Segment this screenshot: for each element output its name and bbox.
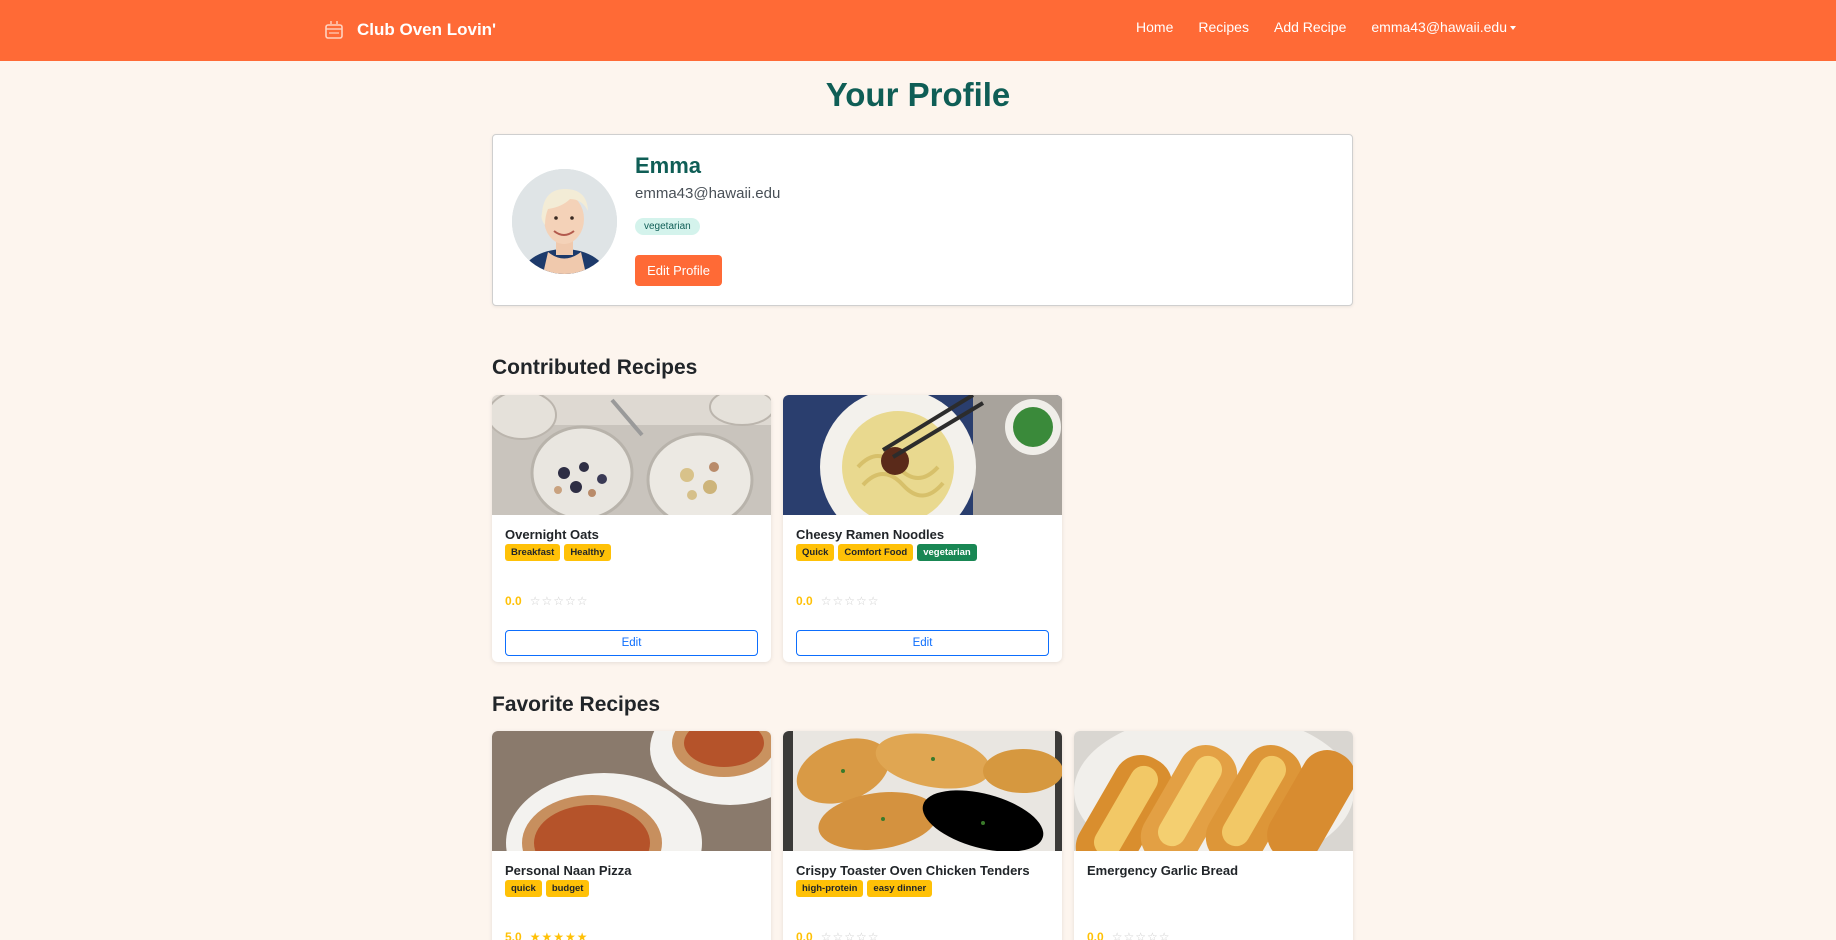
star-icon: ☆ xyxy=(1146,930,1158,940)
recipe-title[interactable]: Overnight Oats xyxy=(505,527,599,542)
rating-value: 5.0 xyxy=(505,930,522,940)
tag: high-protein xyxy=(796,880,864,897)
star-icon: ☆ xyxy=(820,594,832,608)
star-icon: ☆ xyxy=(564,594,576,608)
tag: Breakfast xyxy=(505,544,561,561)
avatar-image xyxy=(512,169,617,274)
tag: easy dinner xyxy=(867,880,933,897)
tag: Healthy xyxy=(564,544,611,561)
star-icon: ☆ xyxy=(553,594,564,608)
caret-down-icon xyxy=(1510,26,1516,31)
recipe-tags: Quick Comfort Food vegetarian xyxy=(796,544,977,561)
nav-add-recipe[interactable]: Add Recipe xyxy=(1274,19,1346,35)
recipe-tags: quick budget xyxy=(505,880,590,897)
rating: 0.0 ☆ ☆ ☆ ☆ ☆ xyxy=(505,594,588,608)
star-icon: ☆ xyxy=(1135,930,1146,940)
avatar xyxy=(512,169,617,274)
star-icon: ☆ xyxy=(832,930,844,940)
star-icon: ☆ xyxy=(1123,930,1135,940)
brand-link[interactable]: Club Oven Lovin' xyxy=(323,18,496,42)
profile-card: Emma emma43@hawaii.edu vegetarian Edit P… xyxy=(492,134,1353,306)
rating-value: 0.0 xyxy=(796,594,813,608)
star-icon: ☆ xyxy=(844,594,855,608)
rating: 0.0 ☆ ☆ ☆ ☆ ☆ xyxy=(1087,930,1170,940)
contributed-recipes-heading: Contributed Recipes xyxy=(492,356,698,379)
star-icon: ☆ xyxy=(820,930,832,940)
tag: quick xyxy=(505,880,542,897)
recipe-card-crispy-chicken-tenders[interactable]: Crispy Toaster Oven Chicken Tenders high… xyxy=(783,731,1062,940)
star-icon: ☆ xyxy=(867,594,879,608)
recipe-title[interactable]: Emergency Garlic Bread xyxy=(1087,863,1238,878)
nav-home[interactable]: Home xyxy=(1136,19,1173,35)
edit-recipe-button[interactable]: Edit xyxy=(505,630,758,656)
star-rating: ☆ ☆ ☆ ☆ ☆ xyxy=(821,931,879,940)
star-icon: ☆ xyxy=(844,930,855,940)
star-icon: ★ xyxy=(564,930,576,940)
navbar: Club Oven Lovin' Home Recipes Add Recipe… xyxy=(0,0,1836,61)
star-icon: ☆ xyxy=(832,594,844,608)
recipe-image xyxy=(492,395,771,515)
recipe-image xyxy=(783,395,1062,515)
profile-email: emma43@hawaii.edu xyxy=(635,185,781,202)
rating: 0.0 ☆ ☆ ☆ ☆ ☆ xyxy=(796,594,879,608)
star-icon: ★ xyxy=(529,930,541,940)
favorite-recipes-heading: Favorite Recipes xyxy=(492,693,661,716)
recipe-title[interactable]: Crispy Toaster Oven Chicken Tenders xyxy=(796,863,1030,878)
brand-name: Club Oven Lovin' xyxy=(357,20,497,39)
recipe-tags: Breakfast Healthy xyxy=(505,544,611,561)
star-icon: ☆ xyxy=(1158,930,1170,940)
recipe-image xyxy=(492,731,771,851)
recipe-card-personal-naan-pizza[interactable]: Personal Naan Pizza quick budget 5.0 ★ ★ ★… xyxy=(492,731,771,940)
profile-name: Emma xyxy=(635,153,702,178)
rating-value: 0.0 xyxy=(1087,930,1104,940)
recipe-title[interactable]: Cheesy Ramen Noodles xyxy=(796,527,944,542)
diet-tag: vegetarian xyxy=(917,544,977,561)
star-icon: ☆ xyxy=(855,930,867,940)
edit-profile-button[interactable]: Edit Profile xyxy=(635,255,722,286)
recipe-tags: high-protein easy dinner xyxy=(796,880,933,897)
tag: budget xyxy=(545,880,590,897)
nav-links: Home Recipes Add Recipe emma43@hawaii.ed… xyxy=(1136,19,1516,35)
star-icon: ☆ xyxy=(1111,930,1123,940)
oven-icon xyxy=(325,21,343,39)
recipe-card-overnight-oats[interactable]: Overnight Oats Breakfast Healthy 0.0 ☆ ☆ ☆… xyxy=(492,395,771,662)
star-rating: ☆ ☆ ☆ ☆ ☆ xyxy=(821,595,879,607)
star-icon: ☆ xyxy=(576,594,588,608)
star-rating: ☆ ☆ ☆ ☆ ☆ xyxy=(530,595,588,607)
star-icon: ☆ xyxy=(529,594,541,608)
page-title: Your Profile xyxy=(825,76,1011,113)
recipe-image xyxy=(1074,731,1353,851)
nav-recipes[interactable]: Recipes xyxy=(1198,19,1249,35)
rating: 5.0 ★ ★ ★ ★ ★ xyxy=(505,930,588,940)
user-menu-dropdown[interactable]: emma43@hawaii.edu xyxy=(1371,19,1516,35)
user-menu-label: emma43@hawaii.edu xyxy=(1371,19,1507,35)
star-icon: ★ xyxy=(541,930,553,940)
tag: Quick xyxy=(796,544,835,561)
star-icon: ☆ xyxy=(541,594,553,608)
star-rating: ★ ★ ★ ★ ★ xyxy=(530,931,588,940)
star-rating: ☆ ☆ ☆ ☆ ☆ xyxy=(1112,931,1170,940)
tag: Comfort Food xyxy=(838,544,914,561)
star-icon: ★ xyxy=(576,930,588,940)
star-icon: ☆ xyxy=(867,930,879,940)
recipe-card-emergency-garlic-bread[interactable]: Emergency Garlic Bread 0.0 ☆ ☆ ☆ ☆ ☆ xyxy=(1074,731,1353,940)
recipe-card-cheesy-ramen-noodles[interactable]: Cheesy Ramen Noodles Quick Comfort Food … xyxy=(783,395,1062,662)
edit-recipe-button[interactable]: Edit xyxy=(796,630,1049,656)
recipe-title[interactable]: Personal Naan Pizza xyxy=(505,863,631,878)
star-icon: ☆ xyxy=(855,594,867,608)
rating-value: 0.0 xyxy=(796,930,813,940)
rating-value: 0.0 xyxy=(505,594,522,608)
star-icon: ★ xyxy=(553,930,564,940)
recipe-image xyxy=(783,731,1062,851)
dietary-badge: vegetarian xyxy=(635,218,700,235)
rating: 0.0 ☆ ☆ ☆ ☆ ☆ xyxy=(796,930,879,940)
